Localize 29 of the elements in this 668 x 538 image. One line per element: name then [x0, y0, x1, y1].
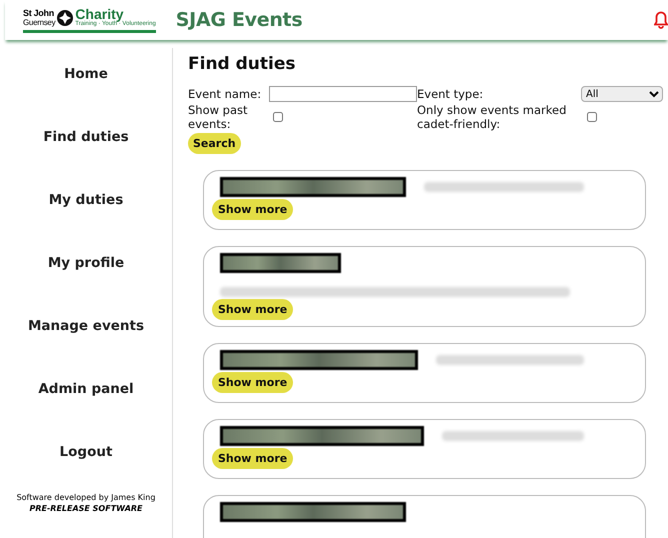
event-name-field[interactable] [269, 86, 417, 102]
nav-link[interactable]: Logout [60, 442, 112, 462]
field-label: Only show events marked cadet-friendly: [417, 103, 568, 131]
show-more-button[interactable]: Show more [212, 372, 294, 393]
nav-link[interactable]: My duties [48, 190, 124, 210]
show-more-button[interactable]: Show more [212, 299, 294, 320]
nav-link[interactable]: Home [64, 64, 108, 84]
nav-link[interactable]: Find duties [43, 127, 129, 147]
page-heading: Find duties [188, 54, 297, 74]
cross-icon [57, 10, 74, 26]
credit-text: Software developed by James King [16, 493, 156, 502]
nav-link[interactable]: My profile [48, 253, 124, 273]
show-more-button[interactable]: Show more [212, 199, 294, 220]
field-label: Event type: [417, 87, 484, 101]
field-label: Show past events: [188, 103, 249, 131]
nav-link[interactable]: Admin panel [38, 379, 134, 399]
field-label: Event name: [188, 87, 262, 101]
nav-link[interactable]: Manage events [28, 316, 144, 336]
bell-icon[interactable] [654, 11, 668, 29]
past-events-checkbox[interactable] [273, 112, 283, 122]
logo-text: Guernsey [23, 18, 56, 26]
show-more-button[interactable]: Show more [212, 448, 294, 469]
logo-text: St John [23, 8, 55, 18]
release-notice: PRE-RELEASE SOFTWARE [29, 504, 143, 513]
event-type-dropdown[interactable]: All [581, 86, 663, 102]
logo-brand: Charity [75, 7, 124, 21]
app-title: SJAG Events [176, 9, 302, 31]
search-button[interactable]: Search [188, 133, 241, 154]
cadet-friendly-checkbox[interactable] [587, 112, 597, 122]
